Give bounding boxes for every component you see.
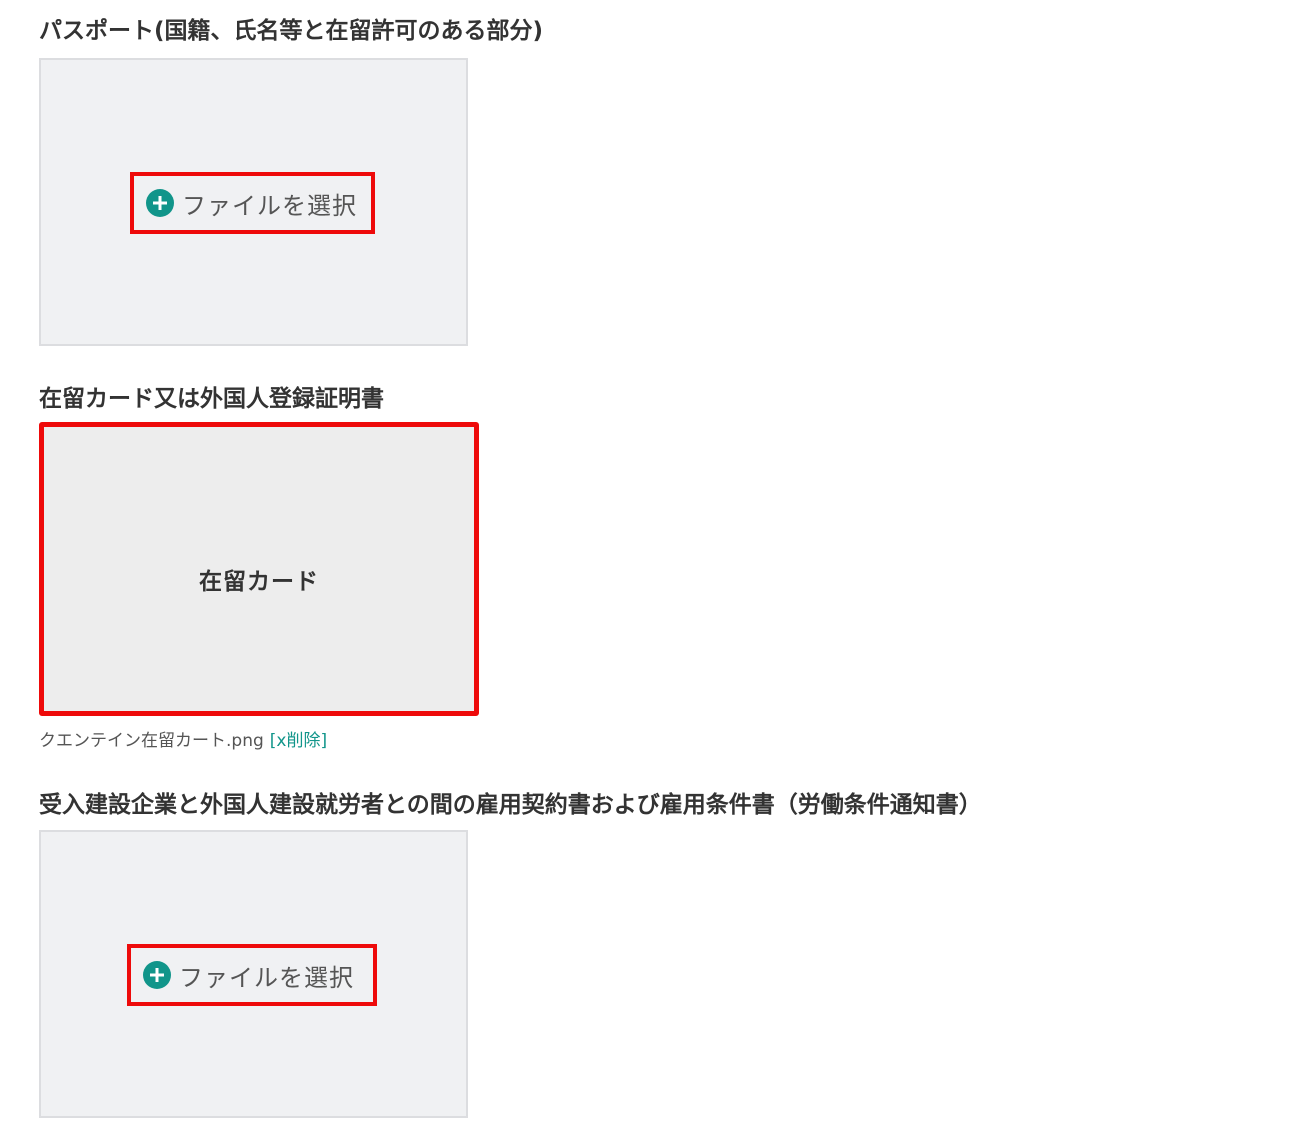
- passport-file-select-button[interactable]: ファイルを選択: [130, 172, 375, 234]
- residence-card-section-title: 在留カード又は外国人登録証明書: [39, 386, 384, 412]
- uploaded-file-name: クエンテイン在留カート.png: [39, 731, 264, 751]
- file-select-label: ファイルを選択: [179, 963, 354, 992]
- document-upload-form: パスポート(国籍、氏名等と在留許可のある部分) ファイルを選択 在留カード又は外…: [0, 0, 1290, 1142]
- employment-contract-section-title: 受入建設企業と外国人建設就労者との間の雇用契約書および雇用条件書（労働条件通知書…: [39, 792, 982, 818]
- residence-card-preview[interactable]: 在留カード: [39, 422, 479, 716]
- employment-contract-file-select-button[interactable]: ファイルを選択: [127, 944, 377, 1006]
- preview-image-text: 在留カード: [199, 569, 319, 595]
- plus-circle-icon: [146, 189, 174, 217]
- employment-contract-upload-area[interactable]: ファイルを選択: [39, 830, 468, 1118]
- plus-circle-icon: [143, 961, 171, 989]
- uploaded-file-info: クエンテイン在留カート.png [x削除]: [39, 726, 327, 751]
- passport-section-title: パスポート(国籍、氏名等と在留許可のある部分): [39, 18, 544, 44]
- delete-file-link[interactable]: [x削除]: [270, 731, 327, 751]
- passport-upload-area[interactable]: ファイルを選択: [39, 58, 468, 346]
- file-select-label: ファイルを選択: [182, 191, 357, 220]
